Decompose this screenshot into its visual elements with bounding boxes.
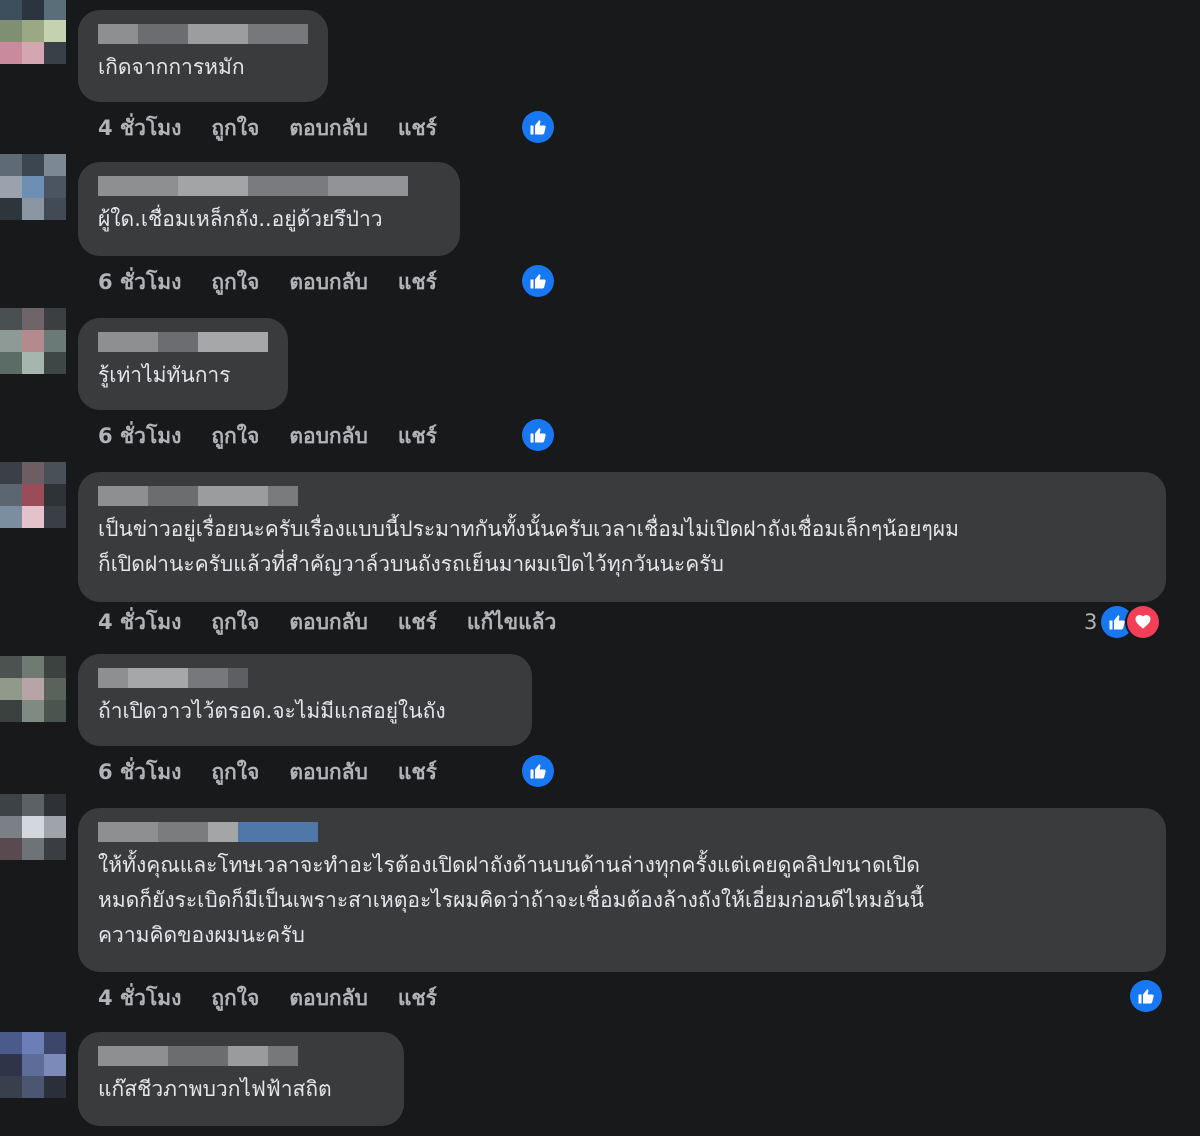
share-link[interactable]: แชร์	[398, 266, 437, 299]
reaction-summary[interactable]	[522, 419, 554, 451]
commenter-name[interactable]	[98, 176, 440, 196]
reply-link[interactable]: ตอบกลับ	[289, 420, 368, 453]
thumbs-up-icon	[1130, 980, 1162, 1012]
avatar[interactable]	[0, 462, 66, 528]
comment-time[interactable]: 6 ชั่วโมง	[98, 756, 181, 789]
commenter-name[interactable]	[98, 24, 308, 44]
reaction-summary[interactable]	[522, 755, 554, 787]
comment-actions: 6 ชั่วโมง ถูกใจ ตอบกลับ แชร์	[98, 266, 467, 299]
like-link[interactable]: ถูกใจ	[211, 606, 259, 639]
reaction-summary[interactable]: 3	[1084, 606, 1160, 638]
comment-bubble: ผู้ใด.เชื่อมเหล็กถัง..อยู่ด้วยรึป่าว	[78, 162, 460, 256]
comment-bubble: เป็นข่าวอยู่เรื่อยนะครับเรื่องแบบนี้ประม…	[78, 472, 1166, 602]
thumbs-up-icon	[522, 755, 554, 787]
comment-actions: 6 ชั่วโมง ถูกใจ ตอบกลับ แชร์	[98, 756, 467, 789]
comment-bubble: เกิดจากการหมัก	[78, 10, 328, 102]
share-link[interactable]: แชร์	[398, 982, 437, 1015]
share-link[interactable]: แชร์	[398, 606, 437, 639]
reply-link[interactable]: ตอบกลับ	[289, 606, 368, 639]
reply-link[interactable]: ตอบกลับ	[289, 266, 368, 299]
comment-bubble: ให้ทั้งคุณและโทษเวลาจะทำอะไรต้องเปิดฝาถั…	[78, 808, 1166, 972]
avatar[interactable]	[0, 656, 66, 722]
comment-bubble: ถ้าเปิดวาวไว้ตรอด.จะไม่มีแกสอยู่ในถัง	[78, 654, 532, 746]
comment-text: ถ้าเปิดวาวไว้ตรอด.จะไม่มีแกสอยู่ในถัง	[98, 699, 446, 723]
commenter-name[interactable]	[98, 822, 1146, 842]
comment-text: แก๊สชีวภาพบวกไฟฟ้าสถิต	[98, 1077, 332, 1101]
share-link[interactable]: แชร์	[398, 756, 437, 789]
reaction-summary[interactable]	[522, 265, 554, 297]
thumbs-up-icon	[522, 111, 554, 143]
comment-actions: 4 ชั่วโมง ถูกใจ ตอบกลับ แชร์	[98, 982, 467, 1015]
comment-time[interactable]: 4 ชั่วโมง	[98, 112, 181, 145]
comment-time[interactable]: 6 ชั่วโมง	[98, 266, 181, 299]
thumbs-up-icon	[522, 419, 554, 451]
like-link[interactable]: ถูกใจ	[211, 266, 259, 299]
comment-text: รู้เท่าไม่ทันการ	[98, 363, 231, 387]
share-link[interactable]: แชร์	[398, 420, 437, 453]
like-link[interactable]: ถูกใจ	[211, 756, 259, 789]
avatar[interactable]	[0, 154, 66, 220]
comment-time[interactable]: 4 ชั่วโมง	[98, 982, 181, 1015]
comment-time[interactable]: 6 ชั่วโมง	[98, 420, 181, 453]
heart-icon	[1127, 606, 1160, 638]
edited-label: แก้ไขแล้ว	[466, 610, 557, 634]
commenter-name[interactable]	[98, 332, 268, 352]
comment-text: เป็นข่าวอยู่เรื่อยนะครับเรื่องแบบนี้ประม…	[98, 517, 959, 576]
reply-link[interactable]: ตอบกลับ	[289, 756, 368, 789]
reply-link[interactable]: ตอบกลับ	[289, 112, 368, 145]
comment-actions: 4 ชั่วโมง ถูกใจ ตอบกลับ แชร์	[98, 112, 467, 145]
reaction-summary[interactable]	[522, 111, 554, 143]
commenter-name[interactable]	[98, 668, 512, 688]
reply-link[interactable]: ตอบกลับ	[289, 982, 368, 1015]
like-link[interactable]: ถูกใจ	[211, 112, 259, 145]
thumbs-up-icon	[522, 265, 554, 297]
reaction-summary[interactable]	[1130, 980, 1162, 1012]
like-link[interactable]: ถูกใจ	[211, 420, 259, 453]
comment-bubble: รู้เท่าไม่ทันการ	[78, 318, 288, 410]
comment-text: เกิดจากการหมัก	[98, 55, 245, 79]
like-link[interactable]: ถูกใจ	[211, 982, 259, 1015]
avatar[interactable]	[0, 1032, 66, 1098]
commenter-name[interactable]	[98, 486, 1146, 506]
comment-time[interactable]: 4 ชั่วโมง	[98, 606, 181, 639]
comment-text: ให้ทั้งคุณและโทษเวลาจะทำอะไรต้องเปิดฝาถั…	[98, 853, 924, 947]
commenter-name[interactable]	[98, 1046, 384, 1066]
avatar[interactable]	[0, 0, 66, 64]
share-link[interactable]: แชร์	[398, 112, 437, 145]
avatar[interactable]	[0, 308, 66, 374]
comment-actions: 6 ชั่วโมง ถูกใจ ตอบกลับ แชร์	[98, 420, 467, 453]
avatar[interactable]	[0, 794, 66, 860]
comment-actions: 4 ชั่วโมง ถูกใจ ตอบกลับ แชร์ แก้ไขแล้ว	[98, 606, 586, 639]
comment-text: ผู้ใด.เชื่อมเหล็กถัง..อยู่ด้วยรึป่าว	[98, 207, 383, 231]
comment-bubble: แก๊สชีวภาพบวกไฟฟ้าสถิต	[78, 1032, 404, 1126]
reaction-count: 3	[1084, 610, 1098, 634]
